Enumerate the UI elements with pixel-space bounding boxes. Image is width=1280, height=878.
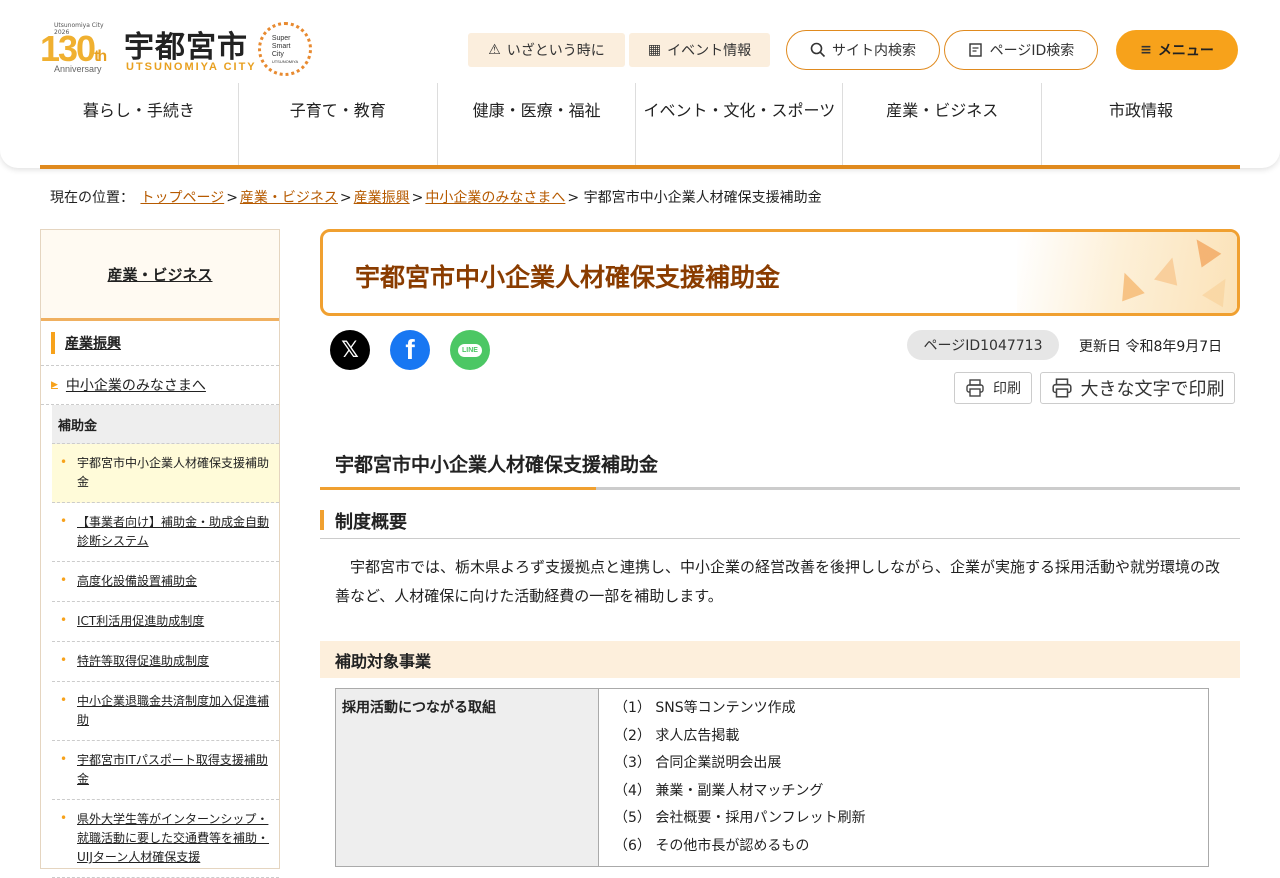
- breadcrumb-link-promotion[interactable]: 産業振興: [354, 190, 410, 206]
- sidebar-link[interactable]: 特許等取得促進助成制度: [52, 642, 279, 682]
- sidebar-sub-item[interactable]: ▶ 中小企業のみなさまへ: [41, 366, 279, 405]
- nav-item-childcare[interactable]: 子育て・教育: [239, 83, 438, 165]
- breadcrumb-current: 宇都宮市中小企業人材確保支援補助金: [583, 190, 822, 206]
- breadcrumb-link-business[interactable]: 産業・ビジネス: [240, 190, 338, 206]
- x-share-button[interactable]: 𝕏: [330, 330, 370, 370]
- search-icon: [810, 42, 826, 58]
- pageid-search-button[interactable]: ページID検索: [944, 30, 1098, 70]
- table-row: 採用活動につながる取組 （1） SNS等コンテンツ作成 （2） 求人広告掲載 （…: [335, 688, 1209, 867]
- city-name: 宇都宮市: [124, 30, 248, 65]
- calendar-icon: ▦: [647, 42, 662, 58]
- sidebar-link[interactable]: 【事業者向け】補助金・助成金自動診断システム: [52, 503, 279, 562]
- breadcrumb-link-top[interactable]: トップページ: [140, 190, 224, 206]
- page-title: 宇都宮市中小企業人材確保支援補助金: [355, 263, 781, 292]
- subsection-heading: 制度概要: [320, 508, 1240, 539]
- list-item: （5） 会社概要・採用パンフレット刷新: [614, 810, 866, 826]
- overview-paragraph: 宇都宮市では、栃木県よろず支援拠点と連携し、中小企業の経営改善を後押ししながら、…: [335, 558, 1221, 605]
- city-roman: UTSUNOMIYA CITY: [126, 61, 257, 73]
- events-button[interactable]: ▦ イベント情報: [629, 33, 770, 67]
- nav-item-living[interactable]: 暮らし・手続き: [40, 83, 239, 165]
- anniversary-logo: Utsunomiya City 2026 130th Anniversary: [40, 22, 107, 74]
- line-share-button[interactable]: LINE: [450, 330, 490, 370]
- line-icon: LINE: [458, 343, 482, 357]
- nav-item-business[interactable]: 産業・ビジネス: [843, 83, 1043, 165]
- global-nav: 暮らし・手続き 子育て・教育 健康・医療・福祉 イベント・文化・スポーツ 産業・…: [40, 83, 1240, 169]
- site-logo[interactable]: Utsunomiya City 2026 130th Anniversary 宇…: [40, 20, 320, 78]
- document-edit-icon: [968, 43, 982, 57]
- sidebar-section[interactable]: 産業振興: [41, 321, 279, 366]
- print-large-button[interactable]: 大きな文字で印刷: [1040, 372, 1235, 404]
- warning-icon: ⚠: [488, 42, 501, 58]
- sidebar-link[interactable]: 中小企業退職金共済制度加入促進補助: [52, 682, 279, 741]
- site-header: Utsunomiya City 2026 130th Anniversary 宇…: [0, 0, 1280, 169]
- nav-item-city-info[interactable]: 市政情報: [1042, 83, 1240, 165]
- sidebar-category: 補助金: [52, 405, 279, 444]
- breadcrumb-link-sme[interactable]: 中小企業のみなさまへ: [425, 190, 565, 206]
- menu-button[interactable]: ≡ メニュー: [1116, 30, 1238, 70]
- site-search-button[interactable]: サイト内検索: [786, 30, 940, 70]
- list-item: （3） 合同企業説明会出展: [614, 755, 782, 771]
- emergency-button[interactable]: ⚠ いざという時に: [468, 33, 625, 67]
- breadcrumb: 現在の位置： トップページ > 産業・ビジネス > 産業振興 > 中小企業のみなさまへ > 宇…: [50, 190, 822, 206]
- sidebar-link[interactable]: 宇都宮市ITパスポート取得支援補助金: [52, 741, 279, 800]
- printer-icon: [1051, 378, 1072, 398]
- list-item: （4） 兼業・副業人材マッチング: [614, 782, 824, 799]
- updated-date: 更新日 令和8年9月7日: [1079, 339, 1223, 355]
- list-item: （6） その他市長が認めるもの: [614, 837, 810, 854]
- sidebar-link[interactable]: 県外大学生等がインターンシップ・就職活動に要した交通費等を補助・UIJターン人材…: [52, 800, 279, 878]
- facebook-share-button[interactable]: f: [390, 330, 430, 370]
- table-cell: （1） SNS等コンテンツ作成 （2） 求人広告掲載 （3） 合同企業説明会出展…: [598, 688, 1209, 867]
- nav-item-health[interactable]: 健康・医療・福祉: [438, 83, 637, 165]
- sidebar-title[interactable]: 産業・ビジネス: [41, 230, 279, 321]
- target-heading: 補助対象事業: [320, 641, 1240, 678]
- sidebar-link[interactable]: 高度化設備設置補助金: [52, 562, 279, 602]
- table-header-cell: 採用活動につながる取組: [335, 688, 599, 867]
- sidebar: 産業・ビジネス 産業振興 ▶中小企業のみなさまへ 補助金 宇都宮市中小企業人材確…: [40, 229, 280, 878]
- triangle-icon: ▶: [51, 380, 58, 390]
- sidebar-link-current: 宇都宮市中小企業人材確保支援補助金: [52, 444, 279, 503]
- printer-icon: [966, 379, 984, 397]
- list-item: （2） 求人広告掲載: [614, 727, 740, 744]
- sidebar-link[interactable]: ICT利活用促進助成制度: [52, 602, 279, 642]
- page-id-badge: ページID1047713: [907, 330, 1059, 360]
- nav-item-events[interactable]: イベント・文化・スポーツ: [636, 83, 844, 165]
- super-smart-city-logo: Super Smart City UTSUNOMIYA: [258, 22, 312, 76]
- x-icon: 𝕏: [341, 337, 359, 363]
- list-item: （1） SNS等コンテンツ作成: [614, 700, 796, 716]
- page-title-box: 宇都宮市中小企業人材確保支援補助金: [320, 229, 1240, 316]
- facebook-icon: f: [405, 334, 415, 365]
- ginkgo-decoration: [1017, 232, 1237, 313]
- section-heading: 宇都宮市中小企業人材確保支援補助金: [320, 440, 1240, 490]
- target-table: 採用活動につながる取組 （1） SNS等コンテンツ作成 （2） 求人広告掲載 （…: [335, 688, 1209, 867]
- print-button[interactable]: 印刷: [954, 372, 1032, 404]
- hamburger-icon: ≡: [1140, 42, 1152, 58]
